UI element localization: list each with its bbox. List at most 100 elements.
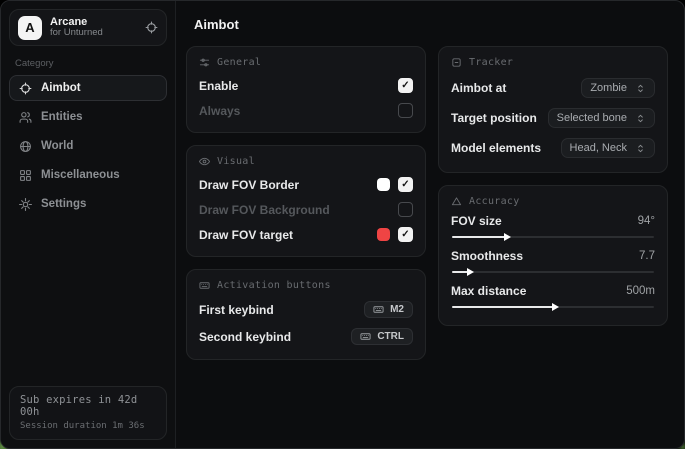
crosshair-icon bbox=[19, 82, 32, 95]
setting-label: Target position bbox=[451, 111, 537, 125]
fov-target-checkbox[interactable]: ✓ bbox=[398, 227, 413, 242]
setting-row-target-position: Target position Selected bone bbox=[451, 103, 655, 133]
app-logo: A bbox=[18, 16, 42, 40]
setting-row-fov-border: Draw FOV Border ✓ bbox=[199, 172, 413, 197]
setting-row-always: Always ✓ bbox=[199, 98, 413, 123]
setting-label: First keybind bbox=[199, 303, 274, 317]
users-icon bbox=[19, 111, 32, 124]
select-value: Zombie bbox=[590, 82, 627, 94]
slider-fill bbox=[452, 271, 468, 273]
keybind-value: M2 bbox=[390, 304, 404, 315]
right-column: Tracker Aimbot at Zombie Target position… bbox=[438, 46, 668, 326]
triangle-icon bbox=[451, 196, 462, 207]
card-title: Visual bbox=[217, 156, 255, 167]
slider-thumb[interactable] bbox=[552, 303, 559, 311]
globe-icon bbox=[19, 140, 32, 153]
chevrons-up-down-icon bbox=[635, 83, 646, 94]
keybind-value: CTRL bbox=[377, 331, 404, 342]
sidebar-item-world[interactable]: World bbox=[9, 133, 167, 159]
setting-label: Draw FOV target bbox=[199, 228, 293, 242]
fov-size-group: FOV size 94° bbox=[451, 212, 655, 238]
setting-row-first-keybind: First keybind M2 bbox=[199, 296, 413, 323]
card-title: General bbox=[217, 57, 261, 68]
fov-border-checkbox[interactable]: ✓ bbox=[398, 177, 413, 192]
category-label: Category bbox=[15, 58, 161, 69]
always-checkbox[interactable]: ✓ bbox=[398, 103, 413, 118]
general-card: General Enable ✓ Always ✓ bbox=[186, 46, 426, 133]
brand-text: Arcane for Unturned bbox=[50, 16, 137, 40]
sidebar-item-label: World bbox=[41, 140, 73, 152]
chevrons-up-down-icon bbox=[635, 143, 646, 154]
app-window: A Arcane for Unturned Category Aimbot En… bbox=[0, 0, 685, 449]
fov-size-slider[interactable] bbox=[452, 236, 654, 238]
activation-card-header: Activation buttons bbox=[199, 280, 413, 291]
target-position-select[interactable]: Selected bone bbox=[548, 108, 655, 128]
sidebar-item-label: Settings bbox=[41, 198, 86, 210]
sidebar-item-settings[interactable]: Settings bbox=[9, 191, 167, 217]
app-subtitle: for Unturned bbox=[50, 28, 137, 39]
slider-thumb[interactable] bbox=[467, 268, 474, 276]
color-swatch[interactable] bbox=[377, 228, 390, 241]
subscription-info-card: Sub expires in 42d 00h Session duration … bbox=[9, 386, 167, 440]
slider-value: 7.7 bbox=[639, 250, 655, 262]
setting-row-model-elements: Model elements Head, Neck bbox=[451, 133, 655, 163]
slider-thumb[interactable] bbox=[504, 233, 511, 241]
enable-checkbox[interactable]: ✓ bbox=[398, 78, 413, 93]
check-icon: ✓ bbox=[401, 180, 409, 190]
setting-label: Draw FOV Border bbox=[199, 178, 299, 192]
main-content: Aimbot General Enable ✓ Always ✓ bbox=[176, 1, 684, 448]
sidebar-item-miscellaneous[interactable]: Miscellaneous bbox=[9, 162, 167, 188]
tracker-card-header: Tracker bbox=[451, 57, 655, 68]
fov-background-checkbox[interactable]: ✓ bbox=[398, 202, 413, 217]
gear-icon bbox=[19, 198, 32, 211]
card-title: Tracker bbox=[469, 57, 513, 68]
second-keybind-button[interactable]: CTRL bbox=[351, 328, 413, 345]
setting-row-enable: Enable ✓ bbox=[199, 73, 413, 98]
setting-label: FOV size bbox=[451, 214, 502, 228]
slider-value: 500m bbox=[626, 285, 655, 297]
setting-row-aimbot-at: Aimbot at Zombie bbox=[451, 73, 655, 103]
sidebar-nav: Aimbot Entities World Miscellaneous Sett… bbox=[9, 75, 167, 217]
left-column: General Enable ✓ Always ✓ Visual bbox=[186, 46, 426, 360]
aimbot-at-select[interactable]: Zombie bbox=[581, 78, 655, 98]
page-title: Aimbot bbox=[194, 17, 668, 32]
activation-card: Activation buttons First keybind M2 Seco… bbox=[186, 269, 426, 360]
sidebar: A Arcane for Unturned Category Aimbot En… bbox=[1, 1, 176, 448]
sidebar-item-label: Miscellaneous bbox=[41, 169, 120, 181]
setting-label: Draw FOV Background bbox=[199, 203, 330, 217]
max-distance-slider[interactable] bbox=[452, 306, 654, 308]
card-title: Activation buttons bbox=[217, 280, 331, 291]
slider-value: 94° bbox=[638, 215, 655, 227]
setting-label: Smoothness bbox=[451, 249, 523, 263]
setting-label: Aimbot at bbox=[451, 81, 506, 95]
keyboard-icon bbox=[360, 331, 371, 342]
grid-icon bbox=[19, 169, 32, 182]
crosshair-icon[interactable] bbox=[145, 21, 158, 34]
accuracy-card: Accuracy FOV size 94° bbox=[438, 185, 668, 326]
accuracy-card-header: Accuracy bbox=[451, 196, 655, 207]
slider-fill bbox=[452, 306, 553, 308]
sidebar-item-entities[interactable]: Entities bbox=[9, 104, 167, 130]
general-card-header: General bbox=[199, 57, 413, 68]
smoothness-group: Smoothness 7.7 bbox=[451, 247, 655, 273]
color-swatch[interactable] bbox=[377, 178, 390, 191]
smoothness-slider[interactable] bbox=[452, 271, 654, 273]
model-elements-select[interactable]: Head, Neck bbox=[561, 138, 655, 158]
select-value: Selected bone bbox=[557, 112, 627, 124]
setting-label: Always bbox=[199, 104, 240, 118]
check-icon: ✓ bbox=[401, 230, 409, 240]
setting-row-second-keybind: Second keybind CTRL bbox=[199, 323, 413, 350]
keyboard-icon bbox=[373, 304, 384, 315]
setting-row-fov-target: Draw FOV target ✓ bbox=[199, 222, 413, 247]
check-icon: ✓ bbox=[401, 81, 409, 91]
first-keybind-button[interactable]: M2 bbox=[364, 301, 413, 318]
select-value: Head, Neck bbox=[570, 142, 627, 154]
session-duration-text: Session duration 1m 36s bbox=[20, 421, 156, 431]
slider-fill bbox=[452, 236, 505, 238]
setting-label: Second keybind bbox=[199, 330, 291, 344]
sidebar-item-label: Entities bbox=[41, 111, 83, 123]
chevrons-up-down-icon bbox=[635, 113, 646, 124]
sidebar-item-aimbot[interactable]: Aimbot bbox=[9, 75, 167, 101]
sliders-icon bbox=[199, 57, 210, 68]
brand-card[interactable]: A Arcane for Unturned bbox=[9, 9, 167, 46]
